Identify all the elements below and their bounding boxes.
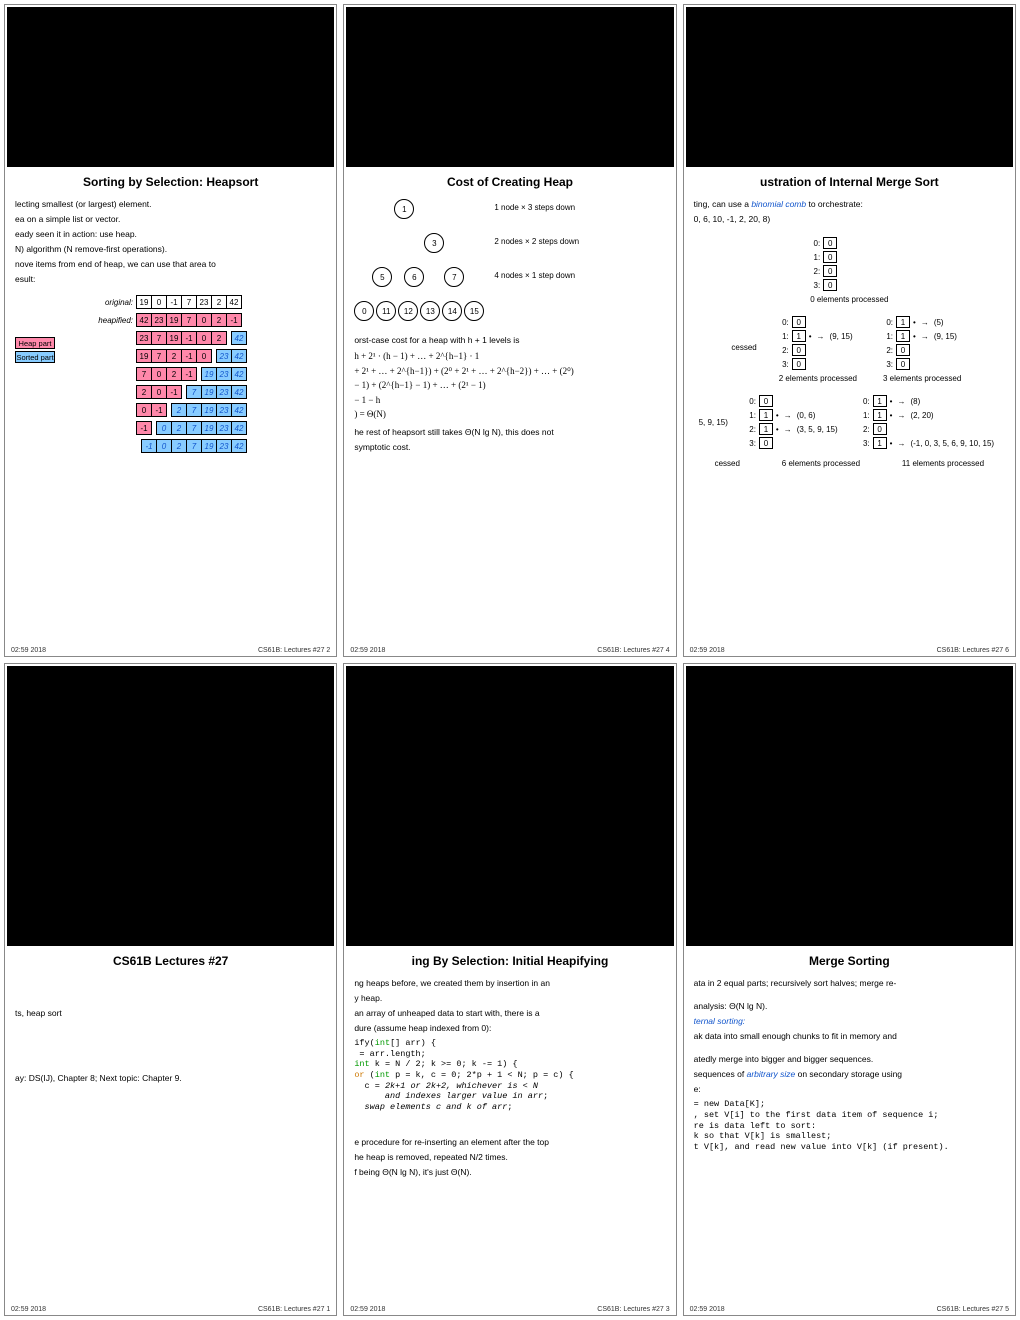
tree-node-1: 1: [394, 199, 414, 219]
slide-2: Sorting by Selection: Heapsort lecting s…: [4, 4, 337, 657]
footer-date-1: 02:59 2018: [11, 1306, 46, 1313]
s4-math-2: − 1) + (2^{h−1} − 1) + … + (2¹ − 1): [354, 379, 665, 392]
s2-line-0: lecting smallest (or largest) element.: [15, 199, 326, 210]
slide-4: Cost of Creating Heap 1 3 5 6 7 0 11 12 …: [343, 4, 676, 657]
slide-5: Merge Sorting ata in 2 equal parts; recu…: [683, 663, 1016, 1316]
s5-l2-4: e:: [694, 1084, 1005, 1095]
tree-note-1: 2 nodes × 2 steps down: [494, 237, 579, 246]
slide-1: CS61B Lectures #27 ts, heap sort ay: DS(…: [4, 663, 337, 1316]
tree-note-0: 1 node × 3 steps down: [494, 203, 575, 212]
s6-intro: ting, can use a binomial comb to orchest…: [694, 199, 1005, 210]
footer-date-5: 02:59 2018: [690, 1306, 725, 1313]
s3-line-2: an array of unheaped data to start with,…: [354, 1008, 665, 1019]
slide-5-title: Merge Sorting: [694, 954, 1005, 968]
footer-page-3: CS61B: Lectures #27 3: [597, 1306, 669, 1313]
slide-3: ing By Selection: Initial Heapifying ng …: [343, 663, 676, 1316]
tree-node-15: 15: [464, 301, 484, 321]
slide-1-title: CS61B Lectures #27: [15, 954, 326, 968]
s5-l2-0: ak data into small enough chunks to fit …: [694, 1031, 1005, 1042]
s4-math-0: h + 2¹ · (h − 1) + … + 2^{h−1} · 1: [354, 350, 665, 363]
tree-node-5: 5: [372, 267, 392, 287]
s6-cap-6: 6 elements processed: [782, 459, 860, 468]
s5-l2-1: atedly merge into bigger and bigger sequ…: [694, 1054, 1005, 1065]
footer-date-6: 02:59 2018: [690, 647, 725, 654]
heap-tree: 1 3 5 6 7 0 11 12 13 14 15 1 node × 3 st…: [354, 199, 665, 329]
slide-3-title: ing By Selection: Initial Heapifying: [354, 954, 665, 968]
s3-line-0: ng heaps before, we created them by inse…: [354, 978, 665, 989]
s4-tail-1: he rest of heapsort still takes Θ(N lg N…: [354, 427, 665, 438]
s2-line-3: N) algorithm (N remove-first operations)…: [15, 244, 326, 255]
tree-note-2: 4 nodes × 1 step down: [494, 271, 575, 280]
footer-date-4: 02:59 2018: [350, 647, 385, 654]
s1-line-0: ts, heap sort: [15, 1008, 326, 1019]
s2-line-4: nove items from end of heap, we can use …: [15, 259, 326, 270]
tree-node-14: 14: [442, 301, 462, 321]
legend-sorted: Sorted part: [15, 351, 55, 363]
s3-tail-2: f being Θ(N lg N), it's just Θ(N).: [354, 1167, 665, 1178]
s4-tail-2: symptotic cost.: [354, 442, 665, 453]
s3-line-1: y heap.: [354, 993, 665, 1004]
footer-page-1: CS61B: Lectures #27 1: [258, 1306, 330, 1313]
black-region: [346, 666, 673, 946]
comb-row-6-11: 5, 9, 15) 0:01:1•(0, 6)2:1•(3, 5, 9, 15)…: [694, 387, 1005, 457]
tree-node-6: 6: [404, 267, 424, 287]
s4-math-1: + 2¹ + … + 2^{h−1}) + (2⁰ + 2¹ + … + 2^{…: [354, 365, 665, 378]
footer-page-2: CS61B: Lectures #27 2: [258, 647, 330, 654]
s5-link: ternal sorting:: [694, 1016, 1005, 1027]
slide-2-title: Sorting by Selection: Heapsort: [15, 175, 326, 189]
s3-code: ify(int[] arr) { = arr.length; int k = N…: [354, 1038, 665, 1112]
s5-l1-1: analysis: Θ(N lg N).: [694, 1001, 1005, 1012]
slide-4-title: Cost of Creating Heap: [354, 175, 665, 189]
s6-cap-left: cessed: [715, 459, 740, 468]
black-region: [686, 7, 1013, 167]
black-region: [7, 666, 334, 946]
s5-l1-0: ata in 2 equal parts; recursively sort h…: [694, 978, 1005, 989]
legend-heap: Heap part: [15, 337, 55, 349]
comb-row-2-3: cessed 0:01:1•(9, 15)2:03:02 elements pr…: [694, 308, 1005, 387]
tree-node-13: 13: [420, 301, 440, 321]
s2-line-5: esult:: [15, 274, 326, 285]
footer-page-4: CS61B: Lectures #27 4: [597, 647, 669, 654]
s6-cap-11: 11 elements processed: [902, 459, 984, 468]
black-region: [7, 7, 334, 167]
tree-node-0: 0: [354, 301, 374, 321]
s4-worst-intro: orst-case cost for a heap with h + 1 lev…: [354, 335, 665, 346]
s5-l2-2: sequences of arbitrary size on secondary…: [694, 1069, 1005, 1080]
slide-6: ustration of Internal Merge Sort ting, c…: [683, 4, 1016, 657]
slide-6-title: ustration of Internal Merge Sort: [694, 175, 1005, 189]
footer-date-2: 02:59 2018: [11, 647, 46, 654]
tree-node-12: 12: [398, 301, 418, 321]
s3-tail-1: he heap is removed, repeated N/2 times.: [354, 1152, 665, 1163]
black-region: [346, 7, 673, 167]
tree-node-3: 3: [424, 233, 444, 253]
s3-line-3: dure (assume heap indexed from 0):: [354, 1023, 665, 1034]
s1-line-1: ay: DS(IJ), Chapter 8; Next topic: Chapt…: [15, 1073, 326, 1084]
footer-date-3: 02:59 2018: [350, 1306, 385, 1313]
s3-tail-0: e procedure for re-inserting an element …: [354, 1137, 665, 1148]
tree-node-11: 11: [376, 301, 396, 321]
black-region: [686, 666, 1013, 946]
footer-page-6: CS61B: Lectures #27 6: [937, 647, 1009, 654]
s4-math-3: − 1 − h: [354, 394, 665, 407]
s5-code: = new Data[K]; , set V[i] to the first d…: [694, 1099, 1005, 1152]
s2-line-1: ea on a simple list or vector.: [15, 214, 326, 225]
heap-legend: Heap part Sorted part: [15, 337, 55, 363]
footer-page-5: CS61B: Lectures #27 5: [937, 1306, 1009, 1313]
comb-stage-0: 0:0 1:0 2:0 3:0 0 elements processed: [694, 229, 1005, 308]
s4-math-4: ) = Θ(N): [354, 408, 665, 421]
tree-node-7: 7: [444, 267, 464, 287]
s2-line-2: eady seen it in action: use heap.: [15, 229, 326, 240]
s6-list: 0, 6, 10, -1, 2, 20, 8): [694, 214, 1005, 225]
heap-arrays: original:190-1723242heapified:422319702-…: [63, 291, 247, 455]
